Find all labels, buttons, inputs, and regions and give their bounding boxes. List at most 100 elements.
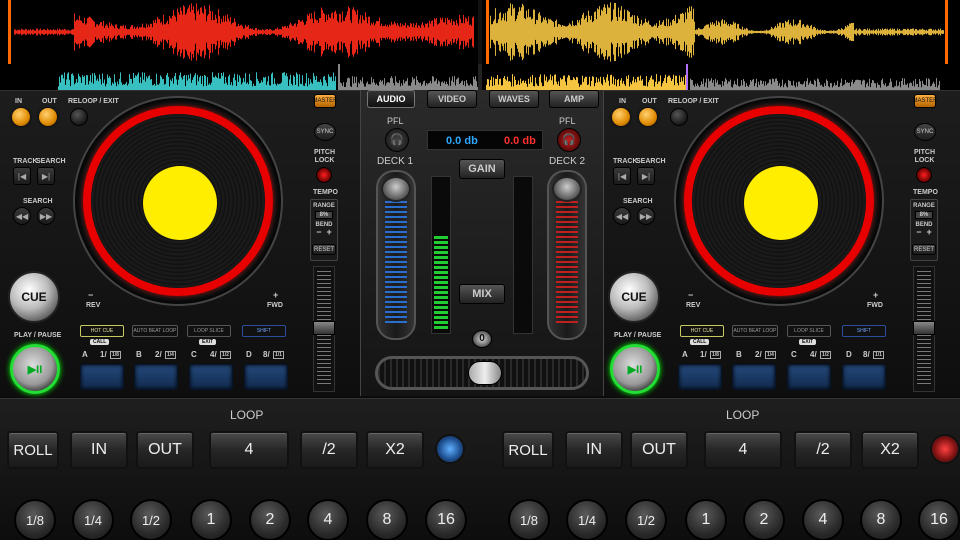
pfl-left-button[interactable]: 🎧 xyxy=(385,128,409,152)
loop-roll-button[interactable]: ROLL xyxy=(7,431,59,469)
beat-button[interactable]: 4 xyxy=(802,499,844,540)
tab-audio[interactable]: AUDIO xyxy=(367,90,415,108)
track-next-button[interactable]: ▶| xyxy=(637,167,655,185)
track-next-button[interactable]: ▶| xyxy=(37,167,55,185)
pfl-right-button[interactable]: 🎧 xyxy=(557,128,581,152)
bend-buttons[interactable]: − + xyxy=(311,228,337,237)
waveform-zoom[interactable] xyxy=(0,64,960,90)
loop-slice-button[interactable]: LOOP SLICE xyxy=(187,325,231,337)
channel-fader-left[interactable] xyxy=(376,170,416,340)
channel-fader-right[interactable] xyxy=(547,170,587,340)
beat-button[interactable]: 16 xyxy=(425,499,467,540)
track-prev-button[interactable]: |◀ xyxy=(613,167,631,185)
cue-button[interactable]: CUE xyxy=(608,271,660,323)
beat-button[interactable]: 1/8 xyxy=(508,499,550,540)
search-back-button[interactable]: ◀◀ xyxy=(613,207,631,225)
loop-half-button[interactable]: /2 xyxy=(300,431,358,469)
beat-button[interactable]: 16 xyxy=(918,499,960,540)
beat-button[interactable]: 1/2 xyxy=(130,499,172,540)
sync-button[interactable]: SYNC xyxy=(314,123,336,141)
hot-cue-pad-d[interactable] xyxy=(244,364,288,390)
pitch-lock-button[interactable] xyxy=(316,167,332,183)
tab-video[interactable]: VIDEO xyxy=(427,90,477,108)
loop-in-button[interactable]: IN xyxy=(565,431,623,469)
beat-button[interactable]: 8 xyxy=(366,499,408,540)
tab-amp[interactable]: AMP xyxy=(549,90,599,108)
pitch-lock-button[interactable] xyxy=(916,167,932,183)
loop-out-button[interactable]: OUT xyxy=(136,431,194,469)
search-back-button[interactable]: ◀◀ xyxy=(13,207,31,225)
loop-half-button[interactable]: /2 xyxy=(794,431,852,469)
hot-cue-button[interactable]: HOT CUE xyxy=(680,325,724,337)
bend-minus[interactable]: − xyxy=(316,227,321,237)
loop-out-button[interactable] xyxy=(39,108,57,126)
play-pause-button[interactable]: ▶II xyxy=(610,344,660,394)
loop-roll-button[interactable]: ROLL xyxy=(502,431,554,469)
loop-slice-button[interactable]: LOOP SLICE xyxy=(787,325,831,337)
pitch-slider[interactable] xyxy=(913,266,935,392)
pitch-handle[interactable] xyxy=(313,321,335,335)
beat-button[interactable]: 1/4 xyxy=(72,499,114,540)
reset-button[interactable]: RESET xyxy=(312,244,336,255)
hot-cue-pad-a[interactable] xyxy=(80,364,124,390)
loop-indicator-button[interactable] xyxy=(930,434,960,464)
master-button[interactable]: MASTER xyxy=(913,94,938,108)
auto-beat-loop-button[interactable]: AUTO BEAT LOOP xyxy=(132,325,178,337)
beat-button[interactable]: 1 xyxy=(685,499,727,540)
crossfader[interactable] xyxy=(375,356,589,390)
jog-wheel[interactable] xyxy=(674,96,884,306)
loop-in-button[interactable] xyxy=(12,108,30,126)
crossfader-reset-button[interactable]: 0 xyxy=(472,330,492,348)
cue-button[interactable]: CUE xyxy=(8,271,60,323)
hot-cue-pad-c[interactable] xyxy=(189,364,233,390)
fader-knob-right[interactable] xyxy=(552,176,582,202)
reloop-button[interactable] xyxy=(70,108,88,126)
bend-plus[interactable]: + xyxy=(327,227,332,237)
play-pause-button[interactable]: ▶II xyxy=(10,344,60,394)
crossfader-knob[interactable] xyxy=(468,361,502,385)
bend-minus[interactable]: − xyxy=(916,227,921,237)
loop-size-display[interactable]: 4 xyxy=(704,431,782,469)
tab-waves[interactable]: WAVES xyxy=(489,90,539,108)
beat-button[interactable]: 1 xyxy=(190,499,232,540)
loop-out-button[interactable] xyxy=(639,108,657,126)
beat-button[interactable]: 1/4 xyxy=(566,499,608,540)
hot-cue-button[interactable]: HOT CUE xyxy=(80,325,124,337)
loop-size-display[interactable]: 4 xyxy=(209,431,289,469)
fader-knob-left[interactable] xyxy=(381,176,411,202)
range-value[interactable]: 8% xyxy=(915,211,933,219)
search-forward-button[interactable]: ▶▶ xyxy=(637,207,655,225)
loop-out-button[interactable]: OUT xyxy=(630,431,688,469)
bend-plus[interactable]: + xyxy=(927,227,932,237)
beat-button[interactable]: 8 xyxy=(860,499,902,540)
waveform-overview[interactable] xyxy=(0,0,960,64)
hot-cue-pad-a[interactable] xyxy=(678,364,722,390)
jog-wheel[interactable] xyxy=(73,96,283,306)
hot-cue-pad-d[interactable] xyxy=(842,364,886,390)
reset-button[interactable]: RESET xyxy=(912,244,936,255)
beat-button[interactable]: 2 xyxy=(249,499,291,540)
track-prev-button[interactable]: |◀ xyxy=(13,167,31,185)
shift-button[interactable]: SHIFT xyxy=(842,325,886,337)
mix-button[interactable]: MIX xyxy=(459,284,505,304)
range-value[interactable]: 8% xyxy=(315,211,333,219)
pitch-handle[interactable] xyxy=(913,321,935,335)
search-forward-button[interactable]: ▶▶ xyxy=(37,207,55,225)
loop-in-button[interactable]: IN xyxy=(70,431,128,469)
beat-button[interactable]: 2 xyxy=(743,499,785,540)
loop-indicator-button[interactable] xyxy=(435,434,465,464)
beat-button[interactable]: 1/8 xyxy=(14,499,56,540)
sync-button[interactable]: SYNC xyxy=(914,123,936,141)
hot-cue-pad-b[interactable] xyxy=(732,364,776,390)
loop-in-button[interactable] xyxy=(612,108,630,126)
pitch-slider[interactable] xyxy=(313,266,335,392)
bend-buttons[interactable]: − + xyxy=(911,228,937,237)
hot-cue-pad-c[interactable] xyxy=(787,364,831,390)
gain-button[interactable]: GAIN xyxy=(459,159,505,179)
loop-double-button[interactable]: X2 xyxy=(366,431,424,469)
reloop-button[interactable] xyxy=(670,108,688,126)
hot-cue-pad-b[interactable] xyxy=(134,364,178,390)
beat-button[interactable]: 4 xyxy=(307,499,349,540)
shift-button[interactable]: SHIFT xyxy=(242,325,286,337)
auto-beat-loop-button[interactable]: AUTO BEAT LOOP xyxy=(732,325,778,337)
